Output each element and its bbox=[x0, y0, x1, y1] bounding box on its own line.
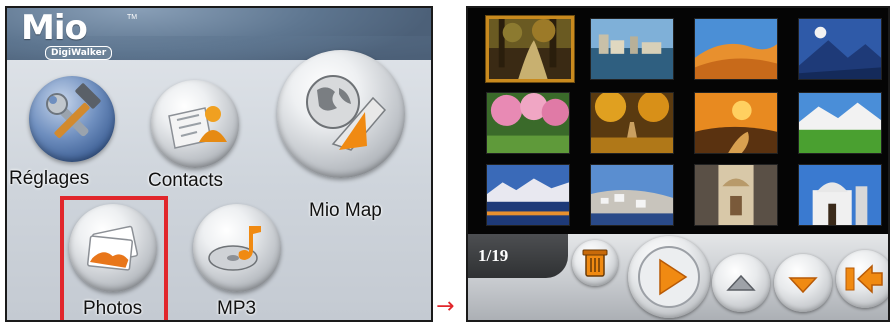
photo-thumbnail[interactable] bbox=[486, 16, 574, 82]
settings-label: Réglages bbox=[9, 168, 90, 189]
mio-digiwalker-logo: Mio TM DigiWalker bbox=[15, 8, 145, 60]
music-cd-icon bbox=[193, 204, 281, 292]
photo-browser-screen: 1/19 bbox=[466, 6, 890, 322]
mp3-button[interactable]: MP3 bbox=[187, 198, 297, 320]
photo-thumbnail[interactable] bbox=[486, 164, 570, 226]
triangle-down-icon bbox=[788, 277, 818, 294]
photos-button[interactable]: Photos bbox=[59, 198, 169, 320]
photos-icon bbox=[69, 204, 157, 292]
logo-sub: DigiWalker bbox=[45, 46, 113, 60]
tools-icon bbox=[29, 76, 115, 162]
photo-thumbnail[interactable] bbox=[590, 164, 674, 226]
contacts-label: Contacts bbox=[148, 170, 223, 191]
back-button[interactable] bbox=[836, 250, 888, 308]
photo-thumbnail[interactable] bbox=[694, 18, 778, 80]
photo-thumbnail[interactable] bbox=[486, 92, 570, 154]
transition-arrow: → bbox=[436, 294, 455, 319]
globe-navigation-icon bbox=[277, 50, 405, 178]
photo-thumbnail[interactable] bbox=[590, 92, 674, 154]
play-button[interactable] bbox=[628, 236, 710, 318]
triangle-up-icon bbox=[726, 274, 756, 291]
mio-map-label: Mio Map bbox=[309, 200, 382, 221]
page-down-button[interactable] bbox=[774, 254, 832, 312]
mp3-label: MP3 bbox=[217, 298, 257, 319]
delete-button[interactable] bbox=[572, 240, 618, 286]
page-up-button[interactable] bbox=[712, 254, 770, 312]
photo-thumbnail[interactable] bbox=[798, 18, 882, 80]
photo-counter: 1/19 bbox=[478, 246, 509, 265]
play-icon bbox=[638, 246, 700, 308]
logo-tm: TM bbox=[127, 14, 138, 21]
photo-thumbnail[interactable] bbox=[798, 92, 882, 154]
logo-brand: Mio bbox=[21, 8, 88, 48]
photo-thumbnail[interactable] bbox=[590, 18, 674, 80]
trash-icon bbox=[582, 249, 608, 277]
photos-label: Photos bbox=[83, 298, 143, 319]
back-arrow-icon bbox=[845, 264, 883, 294]
settings-button[interactable]: Réglages bbox=[7, 68, 147, 198]
main-menu-screen: Mio TM DigiWalker Réglages Contacts Mio … bbox=[5, 6, 433, 322]
photo-thumbnail[interactable] bbox=[694, 92, 778, 154]
contacts-button[interactable]: Contacts bbox=[147, 74, 257, 198]
photo-thumbnail[interactable] bbox=[798, 164, 882, 226]
photo-thumbnail[interactable] bbox=[694, 164, 778, 226]
contacts-icon bbox=[151, 80, 239, 168]
